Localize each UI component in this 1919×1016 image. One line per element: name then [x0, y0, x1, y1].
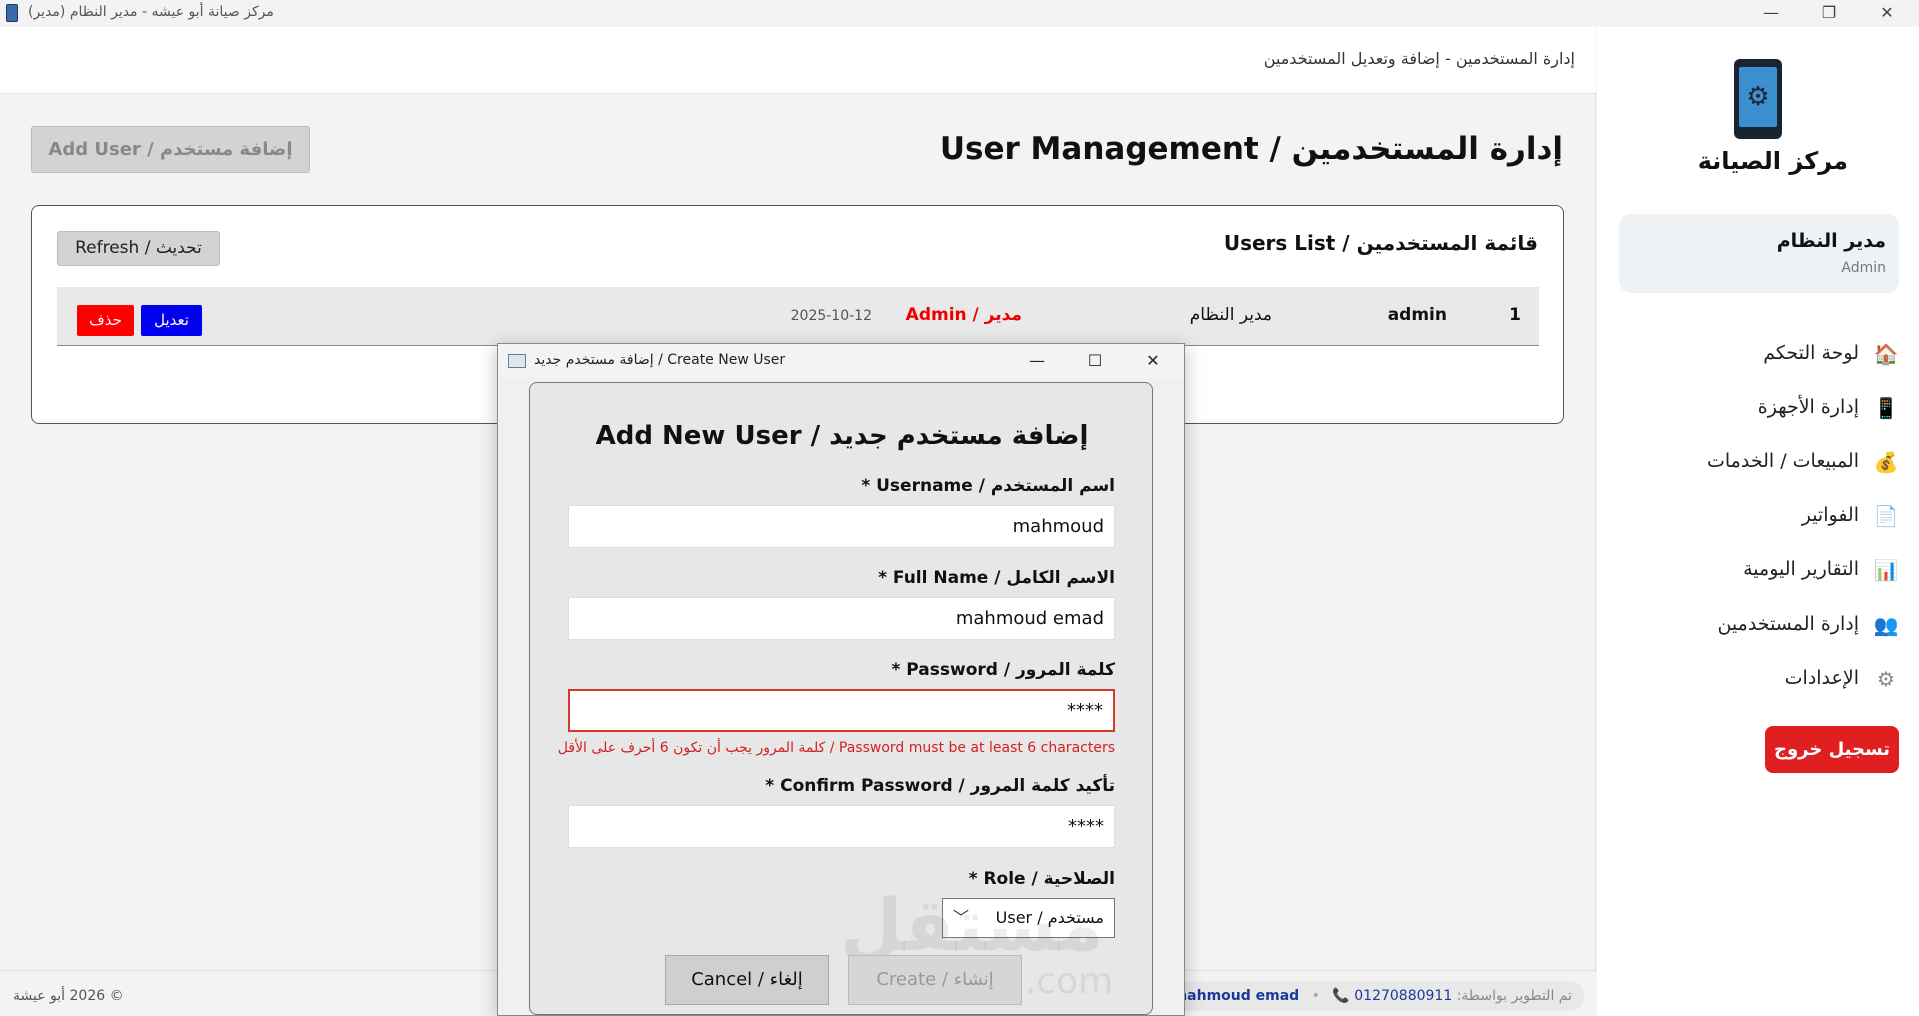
brand-name: مركز الصيانة: [1697, 147, 1848, 175]
refresh-button[interactable]: تحديث / Refresh: [57, 231, 220, 266]
restore-button[interactable]: ❐: [1799, 0, 1859, 27]
row-fullname: مدير النظام: [1189, 305, 1272, 325]
copyright: © 2026 أبو عيشة: [13, 988, 124, 1004]
create-user-dialog: إضافة مستخدم جديد / Create New User — ☐ …: [497, 343, 1185, 1016]
app-icon: [6, 4, 18, 22]
sidebar-item-label: المبيعات / الخدمات: [1707, 450, 1859, 472]
user-card: مدير النظام Admin: [1619, 214, 1899, 293]
username-input[interactable]: mahmoud: [568, 505, 1115, 548]
dialog-minimize-button[interactable]: —: [1008, 344, 1066, 378]
dialog-close-button[interactable]: ✕: [1124, 344, 1182, 378]
sidebar-item-label: التقارير اليومية: [1743, 558, 1859, 580]
receipt-icon: 📄: [1873, 504, 1899, 528]
row-date: 2025-10-12: [790, 308, 872, 324]
header-bar: إدارة المستخدمين - إضافة وتعديل المستخدم…: [0, 27, 1596, 94]
phone-icon: 📞: [1332, 988, 1350, 1004]
window-titlebar: مركز صيانة أبو عيشه - مدير النظام (مدير)…: [0, 0, 1919, 27]
row-username: admin: [1387, 305, 1447, 325]
chart-icon: 📊: [1873, 558, 1899, 582]
developer-credit: تم التطوير بواسطة: mahmoud emad • 📞 0127…: [1160, 981, 1584, 1011]
users-list-title: قائمة المستخدمين / Users List: [1223, 231, 1538, 255]
sidebar-item-label: الإعدادات: [1784, 667, 1859, 689]
minimize-button[interactable]: —: [1741, 0, 1801, 27]
fullname-label: الاسم الكامل / Full Name *: [878, 568, 1115, 588]
add-user-button[interactable]: إضافة مستخدم / Add User: [31, 126, 310, 173]
sidebar-item-label: الفواتير: [1801, 504, 1859, 526]
logout-button[interactable]: تسجيل خروج: [1765, 726, 1899, 773]
delete-user-button[interactable]: حذف: [77, 305, 134, 336]
dialog-app-icon: [508, 354, 526, 368]
sidebar-item-dashboard[interactable]: 🏠 لوحة التحكم: [1619, 332, 1899, 376]
cancel-button[interactable]: إلغاء / Cancel: [665, 955, 829, 1005]
current-user-role: Admin: [1841, 260, 1886, 276]
confirm-password-label: تأكيد كلمة المرور / Confirm Password *: [765, 776, 1115, 796]
users-icon: 👥: [1873, 613, 1899, 637]
sidebar-item-label: لوحة التحكم: [1763, 342, 1859, 364]
home-icon: 🏠: [1873, 342, 1899, 366]
dev-name: mahmoud emad: [1172, 988, 1300, 1004]
fullname-input[interactable]: mahmoud emad: [568, 597, 1115, 640]
sidebar-item-users[interactable]: 👥 إدارة المستخدمين: [1619, 603, 1899, 647]
phone-logo-icon: ⚙: [1734, 59, 1782, 139]
sidebar-item-settings[interactable]: ⚙ الإعدادات: [1619, 657, 1899, 701]
mobile-icon: 📱: [1873, 396, 1899, 420]
dialog-form: إضافة مستخدم جديد / Add New User اسم الم…: [529, 382, 1153, 1015]
gear-icon: ⚙: [1739, 67, 1777, 127]
sidebar: ⚙ مركز الصيانة مدير النظام Admin 🏠 لوحة …: [1597, 27, 1919, 1016]
confirm-password-input[interactable]: ****: [568, 805, 1115, 848]
sidebar-item-label: إدارة الأجهزة: [1757, 396, 1859, 418]
username-label: اسم المستخدم / Username *: [861, 476, 1115, 496]
password-label: كلمة المرور / Password *: [891, 660, 1115, 680]
money-bag-icon: 💰: [1873, 450, 1899, 474]
dev-phone: 01270880911: [1354, 988, 1453, 1004]
table-row[interactable]: 1 admin مدير النظام مدير / Admin 2025-10…: [57, 287, 1539, 346]
row-role: مدير / Admin: [905, 305, 1022, 325]
dialog-maximize-button[interactable]: ☐: [1066, 344, 1124, 378]
dev-label: تم التطوير بواسطة:: [1456, 988, 1572, 1004]
row-index: 1: [1509, 305, 1521, 325]
edit-user-button[interactable]: تعديل: [141, 305, 202, 336]
dialog-titlebar: إضافة مستخدم جديد / Create New User — ☐ …: [498, 344, 1184, 378]
password-error: كلمة المرور يجب أن تكون 6 أحرف على الأقل…: [557, 740, 1115, 756]
breadcrumb: إدارة المستخدمين - إضافة وتعديل المستخدم…: [1263, 49, 1575, 68]
sidebar-item-sales[interactable]: 💰 المبيعات / الخدمات: [1619, 440, 1899, 484]
close-button[interactable]: ✕: [1857, 0, 1917, 27]
sidebar-item-label: إدارة المستخدمين: [1717, 613, 1859, 635]
password-input[interactable]: ****: [568, 689, 1115, 732]
create-button[interactable]: إنشاء / Create: [848, 955, 1022, 1005]
separator-dot: •: [1311, 988, 1320, 1004]
window-title: مركز صيانة أبو عيشه - مدير النظام (مدير): [28, 4, 274, 20]
sidebar-item-reports[interactable]: 📊 التقارير اليومية: [1619, 548, 1899, 592]
settings-gear-icon: ⚙: [1877, 667, 1895, 691]
sidebar-item-invoices[interactable]: 📄 الفواتير: [1619, 494, 1899, 538]
dialog-heading: إضافة مستخدم جديد / Add New User: [595, 421, 1089, 451]
dialog-title: إضافة مستخدم جديد / Create New User: [534, 352, 786, 368]
sidebar-item-devices[interactable]: 📱 إدارة الأجهزة: [1619, 386, 1899, 430]
page-title: إدارة المستخدمين / User Management: [939, 131, 1563, 167]
current-user-name: مدير النظام: [1776, 230, 1886, 252]
